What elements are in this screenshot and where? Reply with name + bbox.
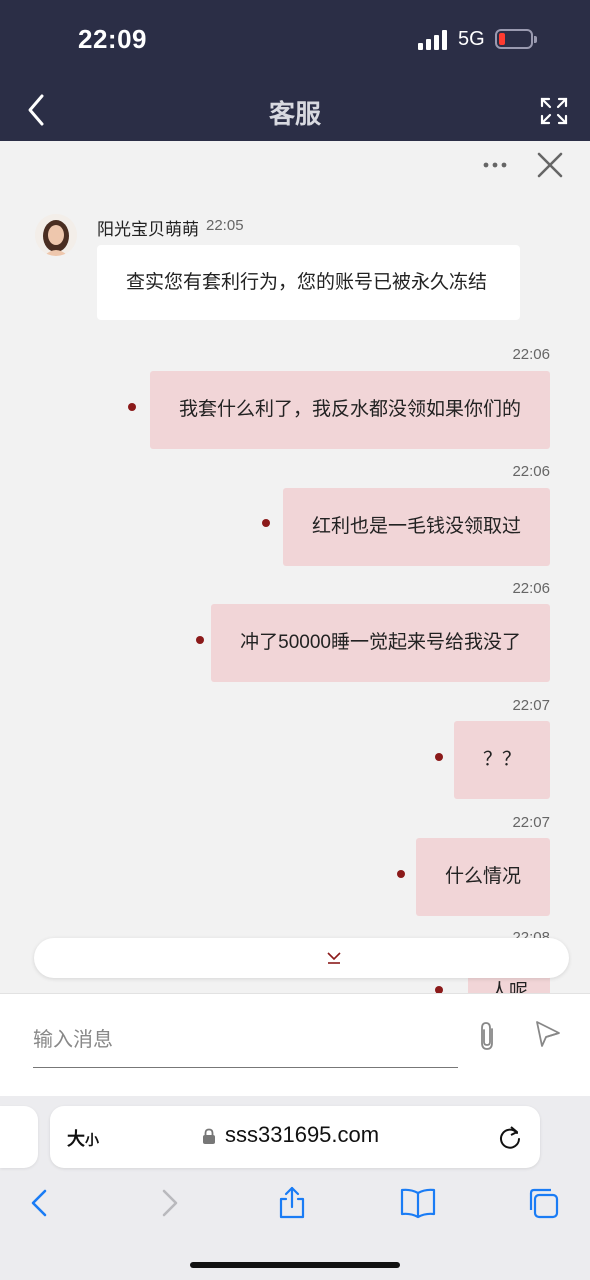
reload-button[interactable] — [498, 1124, 522, 1150]
app-header: 22:09 5G 客服 — [0, 0, 590, 141]
share-icon — [279, 1186, 305, 1219]
text-size-button[interactable]: 大小 — [67, 1125, 99, 1151]
text-size-small: 小 — [85, 1132, 99, 1148]
status-time: 22:09 — [78, 24, 147, 54]
message-time: 22:07 — [512, 697, 550, 714]
more-button[interactable] — [480, 150, 510, 180]
close-icon — [537, 152, 563, 178]
network-type: 5G — [458, 28, 485, 50]
tabs-button[interactable] — [526, 1186, 560, 1220]
outgoing-message: 冲了50000睡一觉起来号给我没了 — [211, 604, 550, 682]
browser-forward-button[interactable] — [152, 1186, 186, 1220]
battery-icon — [495, 29, 537, 49]
paperclip-icon — [481, 1022, 493, 1050]
agent-avatar[interactable] — [35, 214, 77, 256]
chevron-down-icon — [327, 952, 341, 964]
status-dot — [397, 870, 405, 878]
status-dot — [262, 519, 270, 527]
outgoing-message: 什么情况 — [415, 838, 550, 916]
lock-icon — [203, 1128, 215, 1144]
chevron-left-icon — [31, 1189, 47, 1217]
send-icon — [536, 1021, 560, 1047]
outgoing-message: ？？ — [453, 721, 550, 799]
chevron-right-icon — [162, 1189, 178, 1217]
status-dot — [435, 753, 443, 761]
page-title: 客服 — [268, 99, 321, 129]
book-icon — [400, 1188, 436, 1219]
url-text: sss331695.com — [225, 1122, 380, 1147]
signal-icon — [418, 30, 450, 50]
message-time: 22:06 — [512, 580, 550, 597]
send-button[interactable] — [533, 1018, 563, 1048]
outgoing-message: 红利也是一毛钱没领取过 — [282, 488, 550, 566]
outgoing-message: 我套什么利了，我反水都没领如果你们的 — [149, 371, 550, 449]
reload-icon — [500, 1126, 520, 1149]
status-dot — [196, 636, 204, 644]
status-dot — [128, 403, 136, 411]
attach-button[interactable] — [474, 1020, 502, 1052]
bookmarks-button[interactable] — [400, 1186, 436, 1220]
text-size-big: 大 — [67, 1129, 85, 1149]
close-button[interactable] — [535, 150, 565, 180]
expand-button[interactable] — [538, 95, 570, 127]
tabs-icon — [529, 1188, 559, 1219]
sender-name: 阳光宝贝萌萌 — [97, 220, 199, 239]
avatar-portrait-icon — [35, 214, 77, 256]
more-icon — [483, 162, 507, 168]
incoming-message: 查实您有套利行为，您的账号已被永久冻结 — [97, 245, 520, 320]
message-time: 22:05 — [206, 217, 244, 234]
browser-back-button[interactable] — [24, 1186, 58, 1220]
previous-tab[interactable] — [0, 1106, 38, 1168]
share-button[interactable] — [275, 1186, 309, 1220]
message-input[interactable] — [33, 1014, 458, 1068]
message-time: 22:07 — [512, 814, 550, 831]
home-indicator — [190, 1262, 400, 1268]
message-time: 22:06 — [512, 346, 550, 363]
scroll-to-bottom-button[interactable] — [34, 938, 569, 978]
chat-toolbar — [0, 150, 590, 190]
expand-icon — [540, 97, 568, 125]
address-bar[interactable]: 大小 sss331695.com — [50, 1106, 540, 1168]
message-composer — [0, 993, 590, 1096]
message-time: 22:06 — [512, 463, 550, 480]
